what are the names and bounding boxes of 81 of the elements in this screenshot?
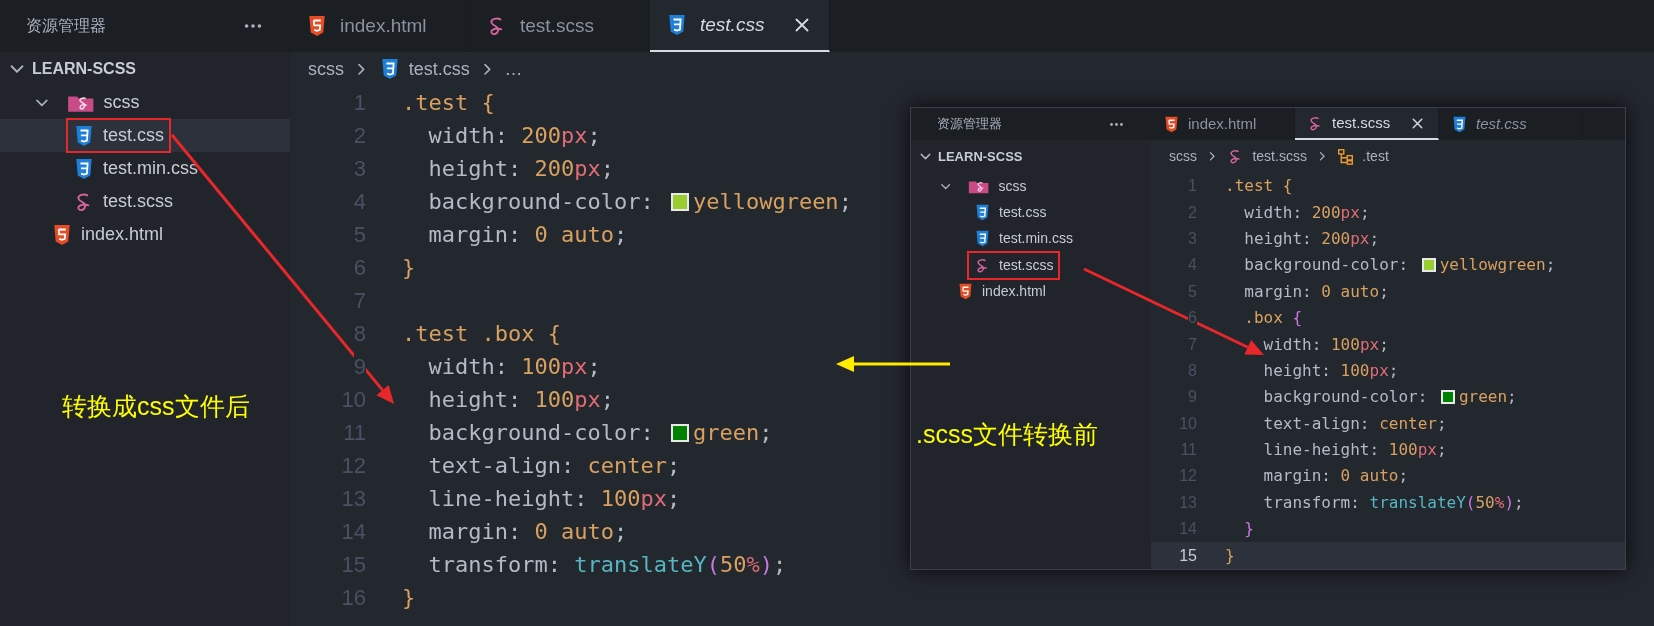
code-text: background-color:: [1243, 254, 1410, 277]
code-text: .test .box {: [402, 320, 561, 348]
css-file-icon: [974, 230, 991, 248]
tab-label: index.html: [340, 13, 427, 38]
code-text: text-align: center;: [427, 452, 681, 480]
css-file-icon: [73, 124, 95, 147]
annotation-text: 转换成css文件后: [62, 391, 250, 422]
tab-label: test.css: [700, 12, 765, 37]
color-swatch-icon[interactable]: [1421, 258, 1436, 273]
code-text: height: 200px;: [427, 155, 614, 183]
tab-label: index.html: [1188, 113, 1257, 134]
project-title: LEARN-SCSS: [938, 147, 1023, 166]
code-text: line-height: 100px;: [427, 485, 681, 513]
tab-label: test.scss: [1332, 112, 1391, 133]
editor-tab[interactable]: test.scss: [1295, 108, 1439, 140]
code-text: height: 100px;: [427, 386, 614, 414]
code-text: .test {: [1225, 175, 1293, 198]
code-text: width: 100px;: [1262, 333, 1389, 356]
html-file-icon: [51, 223, 73, 246]
annotation-text: .scss文件转换前: [916, 419, 1098, 450]
code-text: background-color:: [427, 188, 655, 216]
css-file-icon: [1451, 115, 1468, 133]
color-swatch-icon[interactable]: [670, 423, 689, 442]
tree-item-label[interactable]: test.min.css: [999, 228, 1073, 250]
code-text: }: [1243, 518, 1254, 541]
code-text: .test {: [402, 89, 495, 117]
code-text: .box {: [1243, 307, 1303, 330]
code-text: margin: 0 auto;: [1243, 280, 1389, 303]
code-text: green;: [692, 419, 773, 447]
color-swatch-icon[interactable]: [670, 192, 689, 211]
css-file-icon: [73, 157, 95, 180]
code-text: background-color:: [427, 419, 655, 447]
tree-item-label[interactable]: test.scss: [103, 188, 173, 215]
code-text: }: [1225, 544, 1235, 567]
code-text: green;: [1458, 386, 1517, 409]
code-text: width: 200px;: [427, 122, 601, 150]
code-text: transform: translateY(50%);: [427, 551, 787, 579]
code-text: height: 200px;: [1243, 227, 1380, 250]
breadcrumb-item[interactable]: test.scss: [1252, 146, 1307, 167]
code-text: width: 100px;: [427, 353, 601, 381]
css-file-icon: [974, 204, 991, 222]
project-title: LEARN-SCSS: [32, 59, 136, 79]
tab-label: test.css: [1476, 113, 1527, 134]
code-text: height: 100px;: [1262, 359, 1399, 382]
explorer-title: 资源管理器: [26, 16, 106, 36]
code-text: line-height: 100px;: [1262, 439, 1447, 462]
tree-item-label[interactable]: scss: [998, 175, 1027, 197]
structure-icon: [1337, 148, 1355, 165]
breadcrumb-item[interactable]: .test: [1362, 146, 1389, 167]
code-text: }: [402, 584, 416, 612]
css-file-icon: [666, 14, 688, 36]
line-number: 15: [1179, 546, 1197, 564]
code-text: yellowgreen;: [1439, 254, 1556, 277]
breadcrumb-item[interactable]: scss: [308, 55, 344, 83]
breadcrumb-item[interactable]: scss: [1169, 146, 1197, 167]
code-text: width: 200px;: [1243, 201, 1370, 224]
html-file-icon: [957, 283, 974, 301]
tree-item-label[interactable]: index.html: [81, 221, 164, 248]
tree-item-label[interactable]: test.css: [999, 202, 1047, 224]
tree-item-label[interactable]: test.scss: [999, 254, 1054, 276]
editor-tab[interactable]: test.css: [650, 0, 830, 52]
code-text: margin: 0 auto;: [1262, 465, 1409, 488]
code-text: }: [402, 254, 416, 282]
color-swatch-icon[interactable]: [1440, 390, 1455, 405]
tab-label: test.scss: [520, 13, 594, 38]
tree-item-label[interactable]: test.min.css: [103, 155, 199, 182]
html-file-icon: [306, 15, 328, 37]
selected-row-highlight[interactable]: test.css: [0, 119, 290, 152]
breadcrumb-item[interactable]: …: [504, 55, 523, 83]
tree-item-label[interactable]: test.css: [103, 122, 164, 149]
html-file-icon: [1163, 115, 1180, 133]
code-text: text-align: center;: [1262, 412, 1447, 435]
breadcrumb-item[interactable]: test.css: [408, 55, 470, 83]
code-text: yellowgreen;: [692, 188, 852, 216]
tree-item-label[interactable]: index.html: [982, 281, 1046, 303]
tree-item-label[interactable]: scss: [103, 89, 140, 116]
code-text: transform: translateY(50%);: [1262, 491, 1524, 514]
code-text: margin: 0 auto;: [427, 518, 628, 546]
code-text: background-color:: [1262, 386, 1429, 409]
code-text: margin: 0 auto;: [427, 221, 628, 249]
explorer-title: 资源管理器: [937, 115, 1002, 134]
